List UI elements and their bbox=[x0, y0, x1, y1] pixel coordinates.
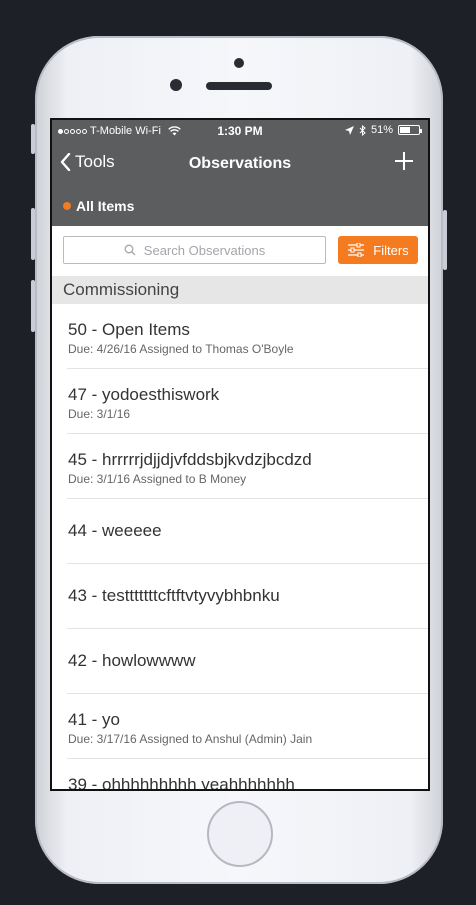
list-item[interactable]: 44 - weeeee bbox=[52, 499, 428, 564]
sliders-icon bbox=[348, 243, 365, 257]
search-icon bbox=[124, 244, 136, 256]
volume-up-button bbox=[31, 208, 35, 260]
item-subtitle: Due: 4/26/16 Assigned to Thomas O'Boyle bbox=[68, 342, 294, 356]
mute-switch bbox=[31, 124, 35, 154]
bluetooth-icon bbox=[359, 124, 366, 136]
filters-label: Filters bbox=[373, 242, 409, 258]
navigation-bar: Tools Observations bbox=[52, 142, 428, 186]
volume-down-button bbox=[31, 280, 35, 332]
proximity-sensor bbox=[234, 58, 244, 68]
page-title: Observations bbox=[188, 155, 292, 172]
item-title: 45 - hrrrrrjdjjdjvfddsbjkvdzjbcdzd bbox=[68, 450, 312, 469]
location-icon bbox=[344, 125, 354, 135]
filter-status-bar[interactable]: All Items bbox=[52, 186, 428, 226]
list-item[interactable]: 47 - yodoesthiswork Due: 3/1/16 bbox=[52, 369, 428, 434]
search-row: Search Observations Filters bbox=[52, 226, 428, 276]
item-title: 47 - yodoesthiswork bbox=[68, 385, 220, 404]
app-screen: T-Mobile Wi-Fi 1:30 PM 51% Tools Observa… bbox=[50, 118, 430, 791]
home-button[interactable] bbox=[207, 801, 273, 867]
section-header: Commissioning bbox=[52, 276, 428, 304]
status-dot-icon bbox=[63, 202, 71, 210]
item-subtitle: Due: 3/1/16 Assigned to B Money bbox=[68, 472, 247, 486]
item-title: 42 - howlowwww bbox=[68, 651, 196, 670]
list-item[interactable]: 39 - ohhhhhhhhh yeahhhhhhh bbox=[52, 759, 428, 791]
add-icon[interactable] bbox=[394, 148, 414, 176]
item-title: 44 - weeeee bbox=[68, 521, 162, 540]
list-item[interactable]: 42 - howlowwww bbox=[52, 629, 428, 694]
power-button bbox=[443, 210, 447, 270]
item-title: 43 - testttttttcftftvtyvybhbnku bbox=[68, 586, 280, 605]
status-bar: T-Mobile Wi-Fi 1:30 PM 51% bbox=[52, 120, 428, 142]
item-title: 50 - Open Items bbox=[68, 320, 190, 339]
observation-list: 50 - Open Items Due: 4/26/16 Assigned to… bbox=[52, 304, 428, 791]
list-item[interactable]: 45 - hrrrrrjdjjdjvfddsbjkvdzjbcdzd Due: … bbox=[52, 434, 428, 499]
list-item[interactable]: 50 - Open Items Due: 4/26/16 Assigned to… bbox=[52, 304, 428, 369]
search-input[interactable]: Search Observations bbox=[63, 236, 326, 264]
battery-percent: 51% bbox=[370, 124, 393, 136]
list-item[interactable]: 43 - testttttttcftftvtyvybhbnku bbox=[52, 564, 428, 629]
battery-icon bbox=[398, 125, 422, 135]
filter-label: All Items bbox=[76, 198, 135, 214]
item-title: 41 - yo bbox=[68, 710, 120, 729]
list-item[interactable]: 41 - yo Due: 3/17/16 Assigned to Anshul … bbox=[52, 694, 428, 759]
item-subtitle: Due: 3/17/16 Assigned to Anshul (Admin) … bbox=[68, 732, 313, 746]
search-placeholder: Search Observations bbox=[143, 242, 266, 258]
earpiece-speaker bbox=[206, 82, 272, 90]
item-title: 39 - ohhhhhhhhh yeahhhhhhh bbox=[68, 775, 295, 791]
front-camera bbox=[170, 79, 182, 91]
item-subtitle: Due: 3/1/16 bbox=[68, 407, 131, 421]
filters-button[interactable]: Filters bbox=[338, 236, 418, 264]
